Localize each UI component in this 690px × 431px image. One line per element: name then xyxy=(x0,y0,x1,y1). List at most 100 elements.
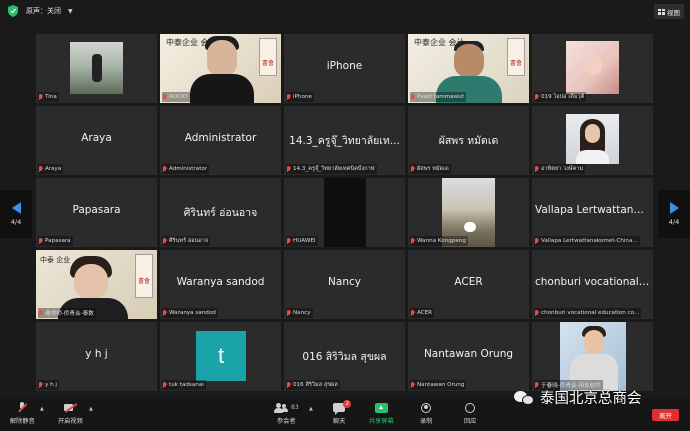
participant-name-tag: 谢师师-侨青会-泰数 xyxy=(38,308,96,318)
arrow-left-icon xyxy=(11,202,21,214)
mic-muted-icon xyxy=(38,381,43,389)
original-sound-label: 原声：关闭 xyxy=(26,7,61,15)
mic-muted-icon xyxy=(162,165,167,173)
avatar: t xyxy=(196,331,246,381)
participant-video xyxy=(566,114,619,164)
video-tile[interactable]: Administrator Administrator xyxy=(160,106,281,175)
unmute-button[interactable]: 解除静音 xyxy=(10,400,35,429)
participant-video xyxy=(566,41,619,94)
chevron-up-icon[interactable]: ▲ xyxy=(40,406,44,412)
reaction-icon xyxy=(465,402,476,413)
participant-name-tag: Waranya sandod xyxy=(162,308,218,318)
participant-name-display: Administrator xyxy=(184,132,257,144)
video-tile[interactable]: 于春晓-侨青会-用友软件 xyxy=(532,322,653,391)
chevron-down-icon[interactable]: ▼ xyxy=(68,8,73,15)
video-tile[interactable]: 019 ไอปอ เดิมวุติ xyxy=(532,34,653,103)
video-tile[interactable]: 中泰 企业 書會 谢师师-侨青会-泰数 xyxy=(36,250,157,319)
watermark: 泰国北京总商会 xyxy=(514,387,642,408)
video-tile[interactable]: Nantawan Orung Nantawan Orung xyxy=(408,322,529,391)
video-tile[interactable]: อาทิตยา วงษ์คาม xyxy=(532,106,653,175)
mic-muted-icon xyxy=(286,237,291,245)
chat-icon: 2 xyxy=(333,400,352,415)
video-tile[interactable]: y h j y h j xyxy=(36,322,157,391)
chevron-up-icon[interactable]: ▲ xyxy=(89,406,93,412)
participant-name-display: 016 สิริวิมล สุขผล xyxy=(302,351,387,363)
participant-name-display: ผัสพร หมัดเด xyxy=(438,135,499,147)
participant-name-tag: Vallapa Lertwattanakomet-China... xyxy=(534,236,640,246)
video-tile[interactable]: Wanna Kongpeng xyxy=(408,178,529,247)
mic-muted-icon xyxy=(286,381,291,389)
mic-muted-icon xyxy=(162,93,167,101)
mic-muted-icon xyxy=(162,237,167,245)
video-tile[interactable]: Nancy Nancy xyxy=(284,250,405,319)
video-tile[interactable]: ACER ACER xyxy=(408,250,529,319)
chevron-up-icon[interactable]: ▲ xyxy=(309,406,313,412)
participant-name-display: Waranya sandod xyxy=(176,276,265,288)
participant-name-tag: Papasara xyxy=(38,236,73,246)
reactions-label: 回应 xyxy=(464,418,477,425)
camera-off-icon xyxy=(63,403,77,412)
video-tile[interactable]: ผัสพร หมัดเด ผัสพร หมัดเด xyxy=(408,106,529,175)
video-tile[interactable]: iPhone iPhone xyxy=(284,34,405,103)
participant-video xyxy=(70,42,123,94)
start-video-button[interactable]: 开启视频 xyxy=(58,400,83,429)
calligraphy-scroll: 書會 xyxy=(135,254,153,298)
leave-button[interactable]: 离开 xyxy=(652,409,679,421)
chat-button[interactable]: 2 聊天 xyxy=(333,400,352,429)
mic-muted-icon xyxy=(286,309,291,317)
video-tile[interactable]: HUAWEI xyxy=(284,178,405,247)
mic-muted-icon xyxy=(410,165,415,173)
mic-muted-icon xyxy=(410,93,415,101)
record-button[interactable]: 录制 xyxy=(420,400,432,429)
participant-name-display: y h j xyxy=(85,348,108,360)
participant-name-display: ศิรินทร์ อ่อนอาจ xyxy=(183,207,258,219)
participant-name-display: chonburi vocational e... xyxy=(535,276,653,288)
view-button[interactable]: 视图 xyxy=(654,4,684,19)
original-sound-button[interactable]: 原声：关闭 ▼ xyxy=(26,4,73,18)
video-tile[interactable]: 016 สิริวิมล สุขผล 016 สิริวิมล สุขผล xyxy=(284,322,405,391)
share-screen-icon xyxy=(374,402,388,413)
video-tile[interactable]: Araya Araya xyxy=(36,106,157,175)
previous-page-button[interactable]: 4/4 xyxy=(0,190,32,238)
video-tile[interactable]: Tina xyxy=(36,34,157,103)
watermark-text: 泰国北京总商会 xyxy=(540,391,642,407)
mic-muted-icon xyxy=(410,237,415,245)
mic-muted-icon xyxy=(18,402,26,413)
participants-icon xyxy=(274,402,288,413)
participant-name-tag: chonburi vocational education co... xyxy=(534,308,642,318)
video-tile[interactable]: 14.3_ครูจุ๊_วิทยาลัยเท... 14.3_ครูจุ๊_วิ… xyxy=(284,106,405,175)
participants-button[interactable]: 83 参会者 xyxy=(274,400,299,429)
video-tile[interactable]: t tuk tadsanai xyxy=(160,322,281,391)
mic-muted-icon xyxy=(38,93,43,101)
participants-label: 参会者 xyxy=(277,418,296,425)
shield-icon[interactable] xyxy=(8,5,18,17)
participant-name-tag: Administrator xyxy=(162,164,210,174)
participant-name-tag: ACER xyxy=(410,308,435,318)
participant-name-tag: ROCKY xyxy=(162,92,191,102)
view-label: 视图 xyxy=(667,8,680,17)
reactions-button[interactable]: 回应 xyxy=(464,400,476,429)
participants-count: 83 xyxy=(291,404,299,411)
mic-muted-icon xyxy=(534,237,539,245)
video-tile[interactable]: Waranya sandod Waranya sandod xyxy=(160,250,281,319)
mic-muted-icon xyxy=(162,381,167,389)
participant-name-tag: iPhone xyxy=(286,92,314,102)
video-tile[interactable]: chonburi vocational e... chonburi vocati… xyxy=(532,250,653,319)
video-tile[interactable]: 中泰企业 会计 書會 ROCKY xyxy=(160,34,281,103)
participant-name-tag: HUAWEI xyxy=(286,236,318,246)
record-label: 录制 xyxy=(420,418,433,425)
chat-label: 聊天 xyxy=(333,418,346,425)
next-page-button[interactable]: 4/4 xyxy=(658,190,690,238)
mic-muted-icon xyxy=(38,165,43,173)
start-video-label: 开启视频 xyxy=(58,418,83,425)
video-tile[interactable]: Vallapa Lertwattanak... Vallapa Lertwatt… xyxy=(532,178,653,247)
video-tile[interactable]: 中泰企业 会计 書會 Pawit tammawut xyxy=(408,34,529,103)
mic-muted-icon xyxy=(286,93,291,101)
participant-name-tag: tuk tadsanai xyxy=(162,380,206,390)
share-screen-button[interactable]: 共享屏幕 xyxy=(369,400,394,429)
page-indicator-right: 4/4 xyxy=(668,218,680,226)
video-tile[interactable]: Papasara Papasara xyxy=(36,178,157,247)
participant-name-display: iPhone xyxy=(326,60,363,72)
mic-muted-icon xyxy=(534,309,539,317)
video-tile[interactable]: ศิรินทร์ อ่อนอาจ ศิรินทร์ อ่อนอาจ xyxy=(160,178,281,247)
